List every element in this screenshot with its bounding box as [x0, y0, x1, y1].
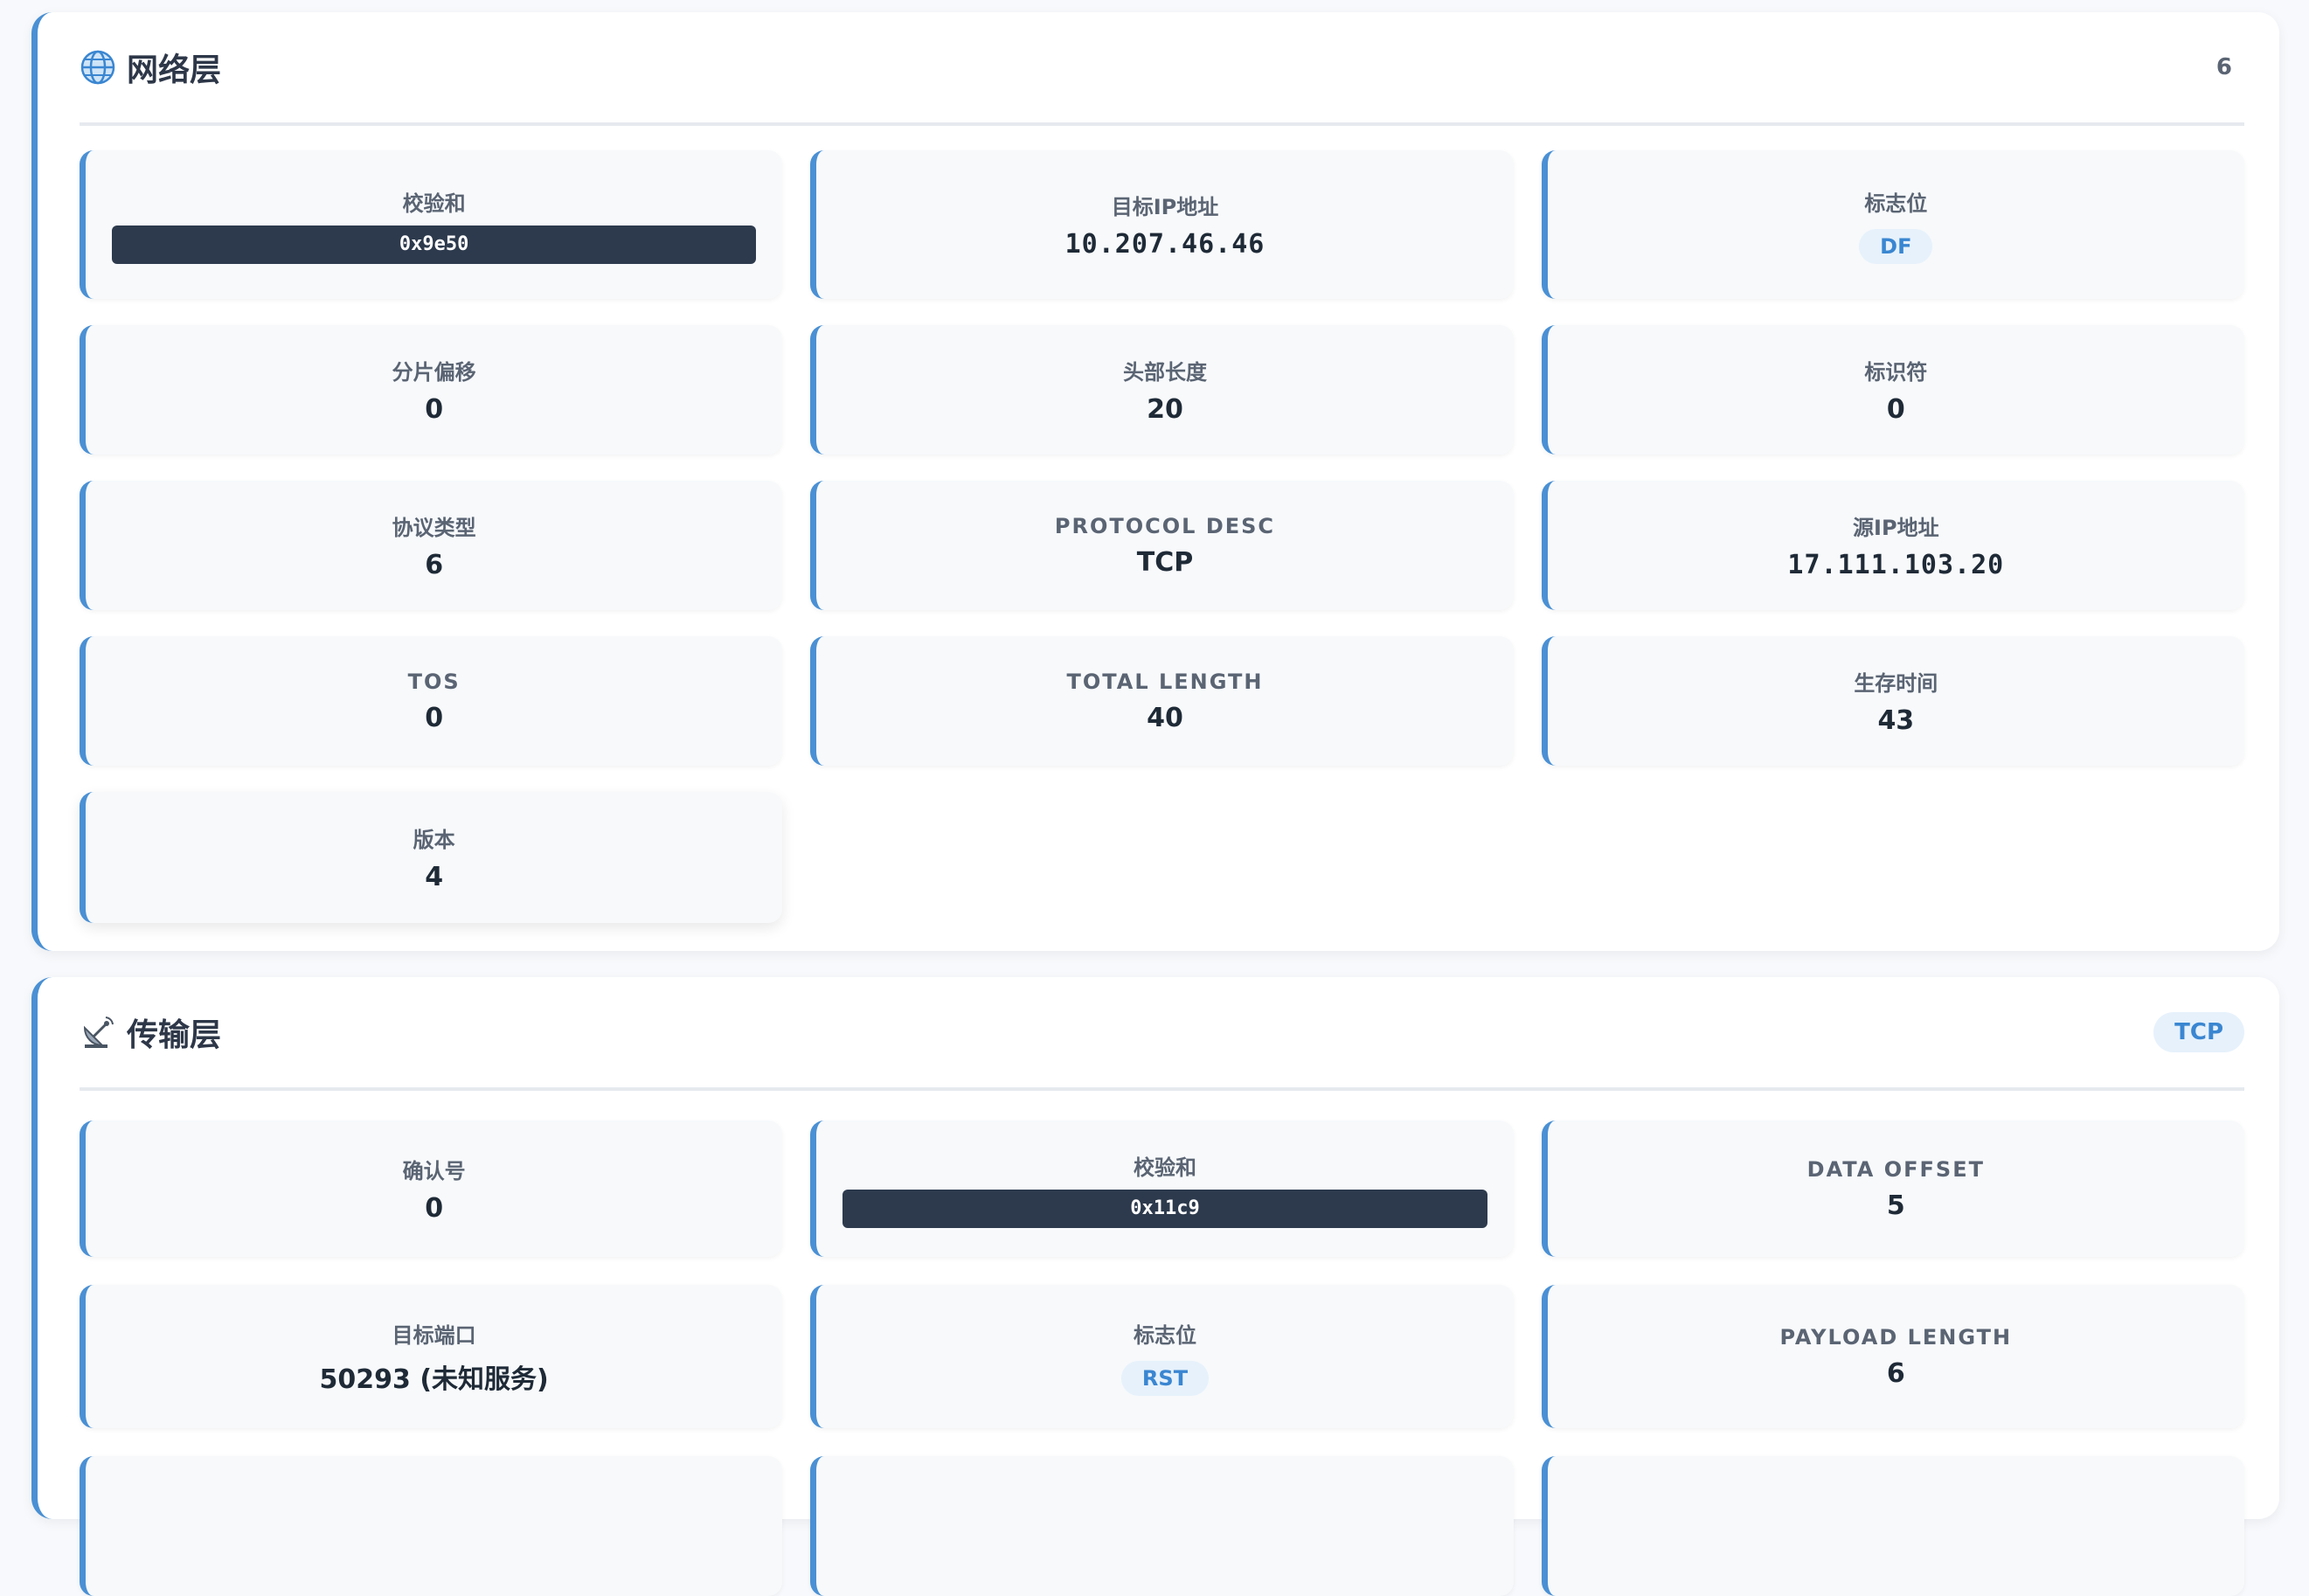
field-card-flags: 标志位 DF: [1541, 150, 2244, 299]
network-layer-header: 网络层 6: [80, 12, 2244, 126]
flag-badge: DF: [1859, 228, 1933, 264]
field-card-tcp-checksum: 校验和 0x11c9: [810, 1121, 1514, 1257]
field-card-tcp-flags: 标志位 RST: [810, 1285, 1514, 1428]
field-label: PROTOCOL DESC: [1054, 513, 1276, 538]
field-card-src-ip: 源IP地址 17.111.103.20: [1541, 481, 2244, 610]
network-layer-title: 网络层: [127, 52, 222, 88]
field-card-dst-port: 目标端口 50293 (未知服务): [80, 1285, 783, 1428]
field-value: 5: [1886, 1190, 1905, 1221]
globe-icon: [80, 50, 115, 85]
field-label: 源IP地址: [1853, 516, 1939, 540]
transport-fields-grid: 确认号 0 校验和 0x11c9 DATA OFFSET 5 目标端口 5029…: [80, 1121, 2244, 1596]
transport-layer-section: 传输层 TCP 确认号 0 校验和 0x11c9 DATA OFFSET 5 目…: [31, 977, 2279, 1596]
field-label: 目标IP地址: [1111, 195, 1219, 219]
field-card-ack: 确认号 0: [80, 1121, 783, 1257]
field-value: 20: [1147, 394, 1183, 425]
field-label: 头部长度: [1122, 360, 1207, 385]
field-card-protocol: 协议类型 6: [80, 481, 783, 610]
packet-detail-page: 网络层 6 校验和 0x9e50 目标IP地址 10.207.46.46 标志位…: [0, 0, 2309, 1596]
transport-layer-header: 传输层 TCP: [80, 977, 2244, 1091]
field-value: 6: [425, 550, 444, 580]
field-value: 17.111.103.20: [1787, 550, 2005, 580]
field-label: 目标端口: [392, 1322, 476, 1348]
field-value-hex: 0x11c9: [842, 1189, 1487, 1228]
field-label: 标志位: [1133, 1322, 1196, 1348]
field-card-dst-ip: 目标IP地址 10.207.46.46: [810, 150, 1514, 299]
field-card-payload-length: PAYLOAD LENGTH 6: [1541, 1285, 2244, 1428]
field-value: 40: [1147, 702, 1183, 733]
field-value: TCP: [1136, 546, 1194, 578]
field-label: 版本: [413, 828, 455, 852]
field-label: TOS: [407, 669, 461, 694]
field-label: 生存时间: [1854, 671, 1938, 696]
field-value: 0: [425, 394, 444, 425]
field-card-identifier: 标识符 0: [1541, 325, 2244, 455]
field-label: 标志位: [1864, 191, 1928, 216]
field-card-ttl: 生存时间 43: [1541, 636, 2244, 766]
field-value: 0: [425, 1193, 444, 1224]
field-value: 6: [1886, 1357, 1905, 1389]
field-value: 4: [425, 862, 444, 892]
field-label: 校验和: [1133, 1155, 1196, 1180]
field-value: 10.207.46.46: [1064, 229, 1265, 260]
field-card-tos: TOS 0: [80, 636, 783, 766]
field-card-protocol-desc: PROTOCOL DESC TCP: [810, 481, 1514, 610]
field-value: 0: [425, 702, 444, 733]
field-card-header-length: 头部长度 20: [810, 325, 1514, 455]
field-value: 50293 (未知服务): [319, 1364, 549, 1395]
field-label: 分片偏移: [392, 360, 476, 385]
network-layer-section: 网络层 6 校验和 0x9e50 目标IP地址 10.207.46.46 标志位…: [31, 12, 2279, 951]
field-card-total-length: TOTAL LENGTH 40: [810, 636, 1514, 766]
field-card-data-offset: DATA OFFSET 5: [1541, 1121, 2244, 1257]
satellite-dish-icon: [83, 1017, 114, 1048]
field-card-checksum: 校验和 0x9e50: [80, 150, 783, 299]
field-value-hex: 0x9e50: [112, 225, 757, 264]
transport-protocol-badge: TCP: [2153, 1012, 2244, 1052]
field-value: 43: [1877, 705, 1915, 736]
field-value: 0: [1886, 394, 1905, 425]
transport-layer-title: 传输层: [127, 1017, 222, 1053]
field-card-frag-offset: 分片偏移 0: [80, 325, 783, 455]
network-fields-grid: 校验和 0x9e50 目标IP地址 10.207.46.46 标志位 DF 分片…: [80, 150, 2244, 923]
field-card-partial: [80, 1456, 783, 1596]
network-layer-title-group: 网络层: [80, 45, 221, 90]
field-label: DATA OFFSET: [1806, 1156, 1985, 1182]
field-label: PAYLOAD LENGTH: [1779, 1324, 2013, 1350]
field-label: TOTAL LENGTH: [1066, 669, 1264, 694]
field-label: 协议类型: [392, 516, 476, 540]
network-layer-count-badge: 6: [2215, 54, 2232, 80]
transport-layer-title-group: 传输层: [80, 1010, 221, 1055]
field-card-version[interactable]: 版本 4: [80, 792, 783, 923]
field-card-partial: [810, 1456, 1514, 1596]
field-label: 校验和: [402, 191, 466, 216]
field-card-partial: [1541, 1456, 2244, 1596]
field-label: 确认号: [402, 1159, 466, 1183]
field-label: 标识符: [1864, 360, 1928, 385]
flag-badge: RST: [1120, 1360, 1210, 1396]
